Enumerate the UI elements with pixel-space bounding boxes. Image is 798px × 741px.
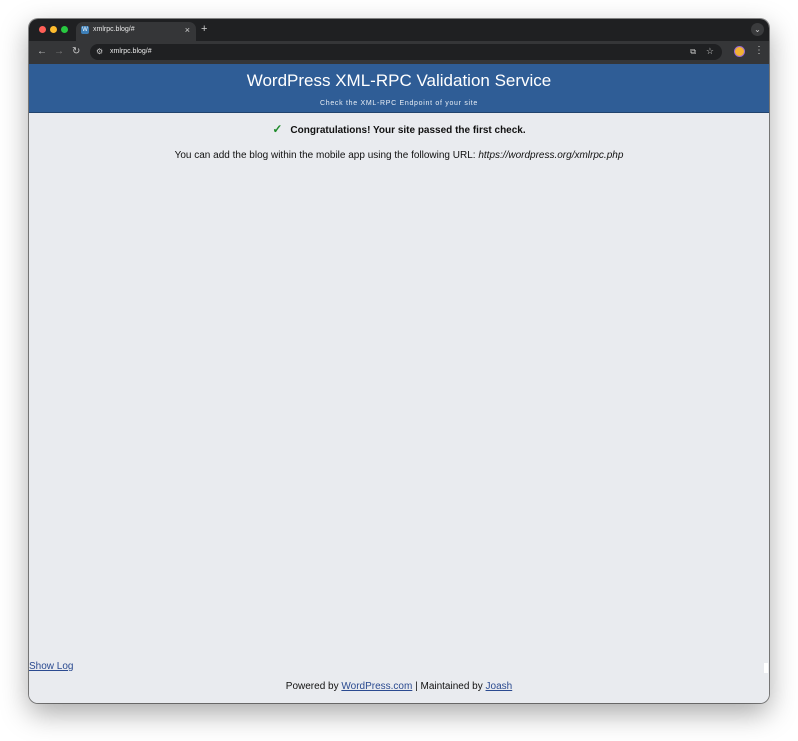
success-text: Congratulations! Your site passed the fi…	[290, 125, 526, 136]
translate-icon[interactable]: ⧉	[690, 47, 696, 57]
reload-icon[interactable]: ↻	[72, 46, 80, 58]
back-arrow-icon[interactable]: ←	[37, 46, 47, 58]
url-text[interactable]: xmlrpc.blog/#	[110, 47, 152, 57]
browser-window: W xmlrpc.blog/# × + ⌄ ← → ↻ ⚙ xmlrpc.blo…	[29, 19, 769, 703]
site-info-icon[interactable]: ⚙	[96, 47, 103, 57]
tab-search-chevron-icon[interactable]: ⌄	[751, 23, 764, 36]
footer-separator: | Maintained by	[412, 681, 486, 692]
show-log-link[interactable]: Show Log	[29, 660, 73, 674]
page-title: WordPress XML-RPC Validation Service	[246, 71, 552, 90]
new-tab-button[interactable]: +	[201, 23, 207, 35]
checkmark-icon: ✓	[272, 122, 283, 136]
close-window-button[interactable]	[39, 26, 46, 33]
success-message: ✓ Congratulations! Your site passed the f…	[29, 122, 769, 138]
tab-title: xmlrpc.blog/#	[93, 26, 135, 33]
address-bar[interactable]: ⚙ xmlrpc.blog/# ⧉ ☆	[90, 44, 722, 60]
maximize-window-button[interactable]	[61, 26, 68, 33]
forward-arrow-icon[interactable]: →	[54, 46, 64, 58]
wordpress-favicon-icon: W	[81, 26, 89, 34]
kebab-menu-icon[interactable]: ⋮	[754, 45, 764, 57]
profile-avatar[interactable]	[734, 46, 745, 57]
page-subtitle: Check the XML-RPC Endpoint of your site	[319, 100, 479, 107]
tab-strip: W xmlrpc.blog/# × + ⌄	[29, 19, 769, 41]
maintainer-link[interactable]: Joash	[486, 681, 513, 692]
minimize-window-button[interactable]	[50, 26, 57, 33]
tab-close-icon[interactable]: ×	[185, 25, 190, 35]
bookmark-star-icon[interactable]: ☆	[706, 46, 714, 57]
footer-powered-by: Powered by	[285, 681, 342, 692]
page-header: WordPress XML-RPC Validation Service Che…	[29, 64, 769, 113]
browser-toolbar: ← → ↻ ⚙ xmlrpc.blog/# ⧉ ☆ ⋮	[29, 41, 769, 64]
page-content: WordPress XML-RPC Validation Service Che…	[29, 64, 769, 703]
endpoint-url: https://wordpress.org/xmlrpc.php	[478, 150, 624, 161]
info-text: You can add the blog within the mobile a…	[174, 150, 479, 161]
page-footer: Powered by WordPress.com | Maintained by…	[29, 680, 769, 694]
scrollbar[interactable]	[764, 663, 768, 673]
wordpress-link[interactable]: WordPress.com	[341, 681, 412, 692]
info-message: You can add the blog within the mobile a…	[29, 149, 769, 163]
browser-tab[interactable]: W xmlrpc.blog/# ×	[76, 22, 196, 41]
